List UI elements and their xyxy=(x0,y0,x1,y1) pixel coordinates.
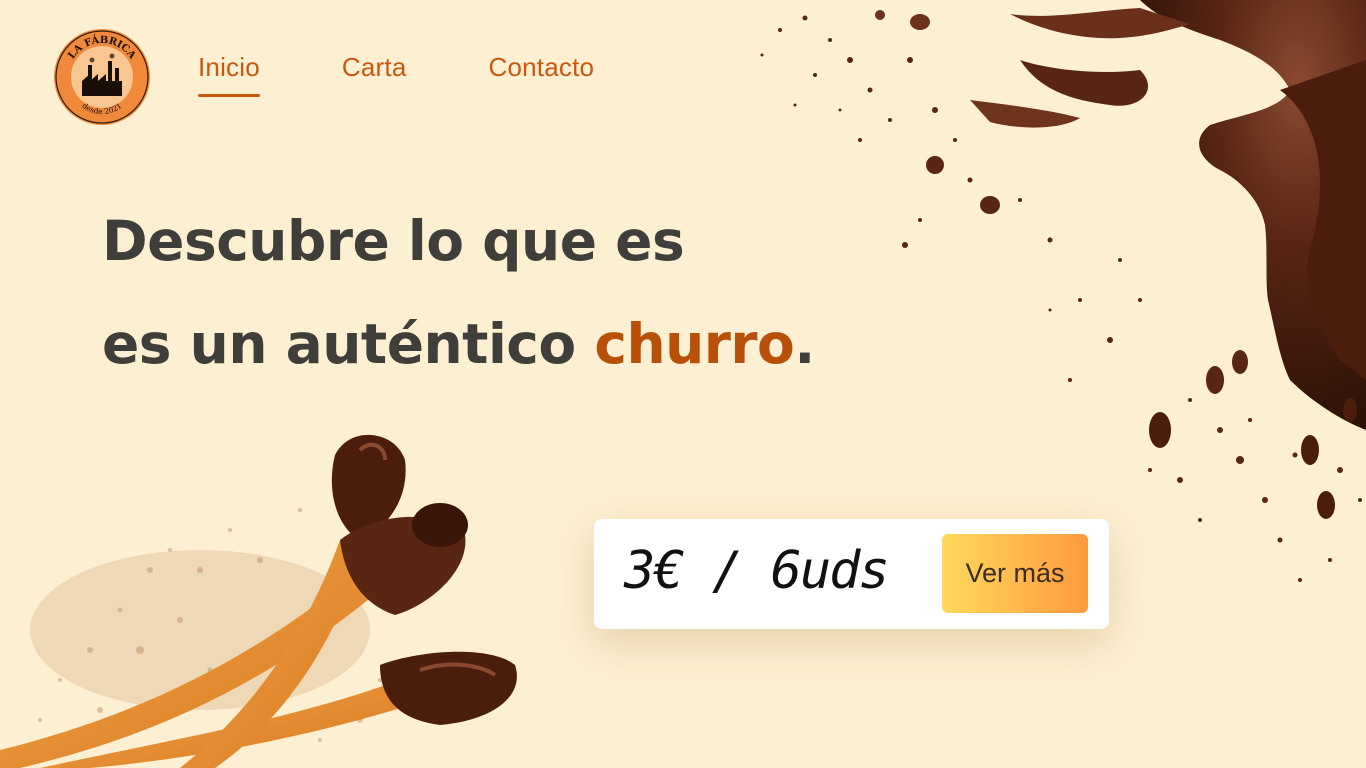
hero-line-2-suffix: . xyxy=(794,312,815,376)
price-card: 3€ / 6uds Ver más xyxy=(594,519,1109,629)
nav-item-carta[interactable]: Carta xyxy=(342,52,407,97)
nav-item-contacto[interactable]: Contacto xyxy=(488,52,594,97)
page: LA FÁBRICA desde 2021 Inicio Carta Conta… xyxy=(0,0,1366,768)
hero-headline: Descubre lo que es es un auténtico churr… xyxy=(102,190,815,396)
price-text: 3€ / 6uds xyxy=(624,541,890,601)
hero-accent-word: churro xyxy=(594,312,795,376)
hero-line-1: Descubre lo que es xyxy=(102,209,685,273)
churros-image xyxy=(0,434,517,768)
nav-item-inicio[interactable]: Inicio xyxy=(198,52,260,97)
la-fabrica-logo[interactable]: LA FÁBRICA desde 2021 xyxy=(52,27,152,127)
ver-mas-button[interactable]: Ver más xyxy=(942,534,1088,613)
hero-line-2-prefix: es un auténtico xyxy=(102,312,576,376)
main-nav: Inicio Carta Contacto xyxy=(198,52,594,97)
